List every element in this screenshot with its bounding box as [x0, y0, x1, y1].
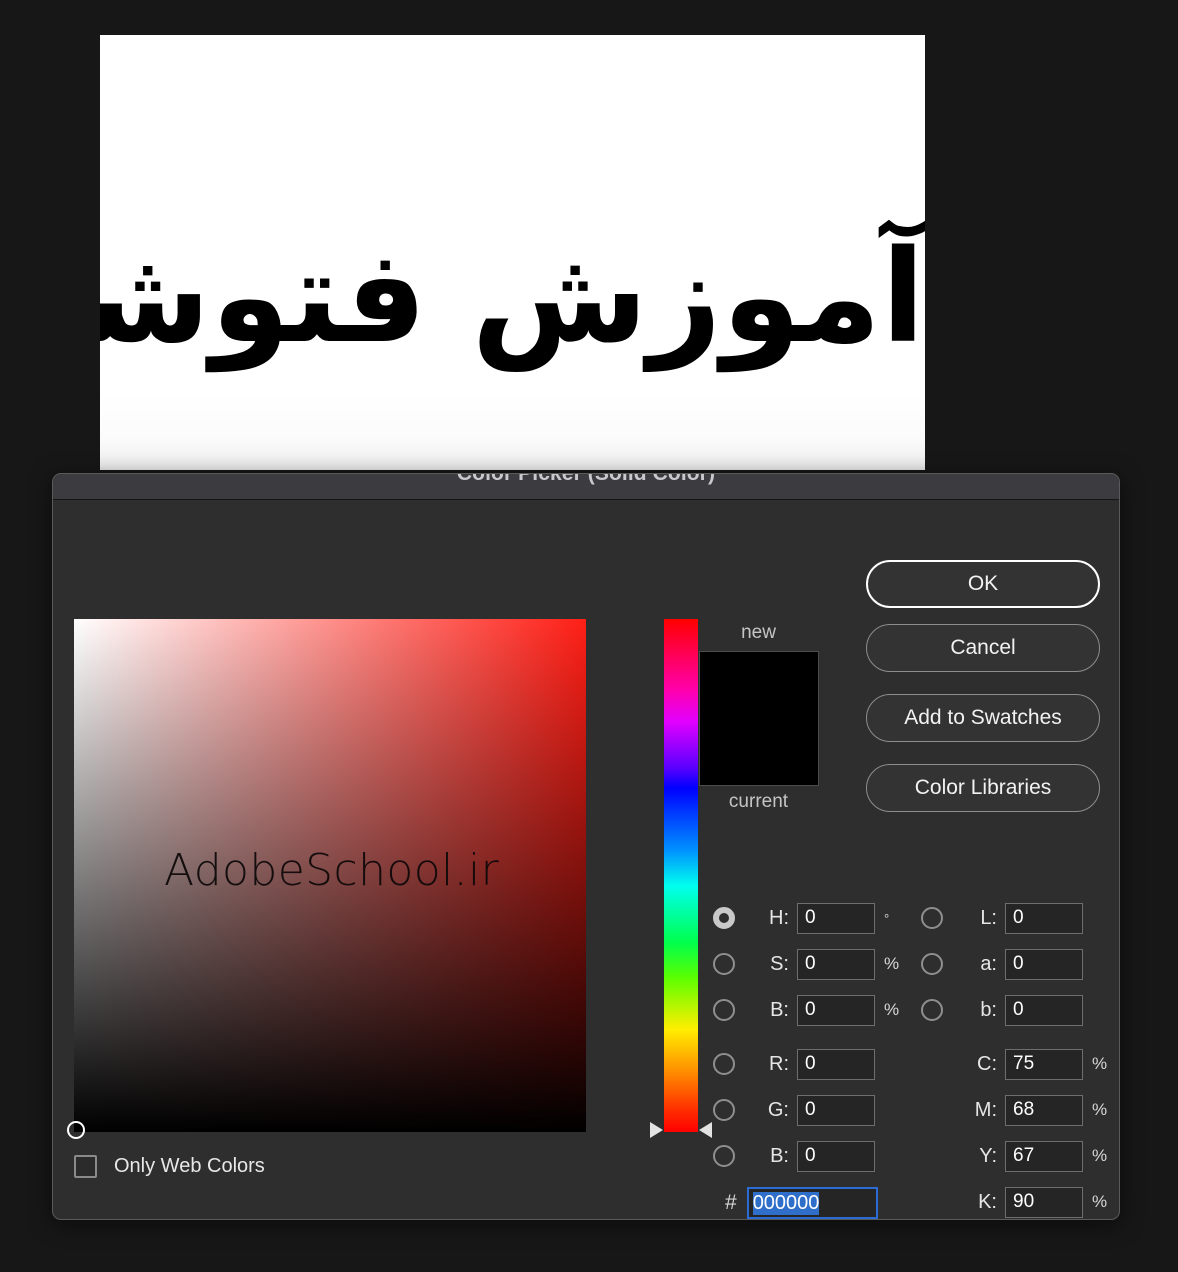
red-radio[interactable] — [713, 1053, 735, 1075]
only-web-colors-label: Only Web Colors — [114, 1155, 265, 1177]
rgb-column: R: G: B: — [713, 1041, 903, 1179]
blue-radio[interactable] — [713, 1145, 735, 1167]
black-label: K: — [978, 1190, 997, 1213]
dialog-button-column: OK Cancel Add to Swatches Color Librarie… — [866, 560, 1100, 828]
current-color-label: current — [728, 791, 789, 812]
brightness-label: B: — [770, 998, 789, 1021]
only-web-colors-checkbox[interactable] — [74, 1155, 97, 1178]
lab-l-radio[interactable] — [921, 907, 943, 929]
red-input[interactable] — [797, 1048, 875, 1080]
green-row: G: — [713, 1087, 903, 1133]
saturation-label: S: — [770, 952, 789, 975]
ok-button[interactable]: OK — [866, 560, 1100, 608]
lab-a-input[interactable] — [1005, 948, 1083, 980]
cyan-input[interactable] — [1005, 1048, 1083, 1080]
lab-a-row: a: — [921, 941, 1111, 987]
add-to-swatches-button[interactable]: Add to Swatches — [866, 694, 1100, 742]
dialog-title: Color Picker (Solid Color) — [456, 473, 716, 485]
hex-prefix-label: # — [725, 1191, 737, 1214]
hue-row: H: ° — [713, 895, 903, 941]
color-libraries-button[interactable]: Color Libraries — [866, 764, 1100, 812]
cmyk-column: C: % M: % Y: % K: % — [921, 1041, 1111, 1219]
saturation-input[interactable] — [797, 948, 875, 980]
document-canvas: آموزش فتوشاپ — [100, 35, 925, 470]
cyan-label: C: — [977, 1052, 997, 1075]
color-picker-dialog: Color Picker (Solid Color) AdobeSchool.i… — [52, 473, 1120, 1220]
sv-field-marker[interactable] — [67, 1121, 85, 1139]
hue-input[interactable] — [797, 902, 875, 934]
lab-l-input[interactable] — [1005, 902, 1083, 934]
yellow-label: Y: — [979, 1144, 997, 1167]
brightness-row: B: % — [713, 987, 903, 1033]
hex-input[interactable] — [746, 1187, 878, 1219]
brightness-unit: % — [884, 1000, 900, 1019]
magenta-label: M: — [974, 1098, 997, 1121]
lab-b-input[interactable] — [1005, 994, 1083, 1026]
hue-label: H: — [769, 906, 789, 929]
dialog-body: AdobeSchool.ir Only Web Colors new curre… — [53, 500, 1119, 1219]
saturation-value-field[interactable]: AdobeSchool.ir — [67, 619, 586, 1139]
lab-l-label: L: — [980, 906, 997, 929]
magenta-unit: % — [1092, 1100, 1108, 1119]
black-input[interactable] — [1005, 1186, 1083, 1218]
hue-marker-right-icon[interactable] — [699, 1122, 712, 1138]
dialog-titlebar: Color Picker (Solid Color) — [53, 473, 1119, 500]
blue-row: B: — [713, 1133, 903, 1179]
lab-b-label: b: — [980, 998, 997, 1021]
lab-b-row: b: — [921, 987, 1111, 1033]
only-web-colors-row[interactable]: Only Web Colors — [74, 1155, 265, 1178]
brightness-radio[interactable] — [713, 999, 735, 1021]
new-color-label: new — [741, 622, 776, 643]
red-label: R: — [769, 1052, 789, 1075]
hue-unit: ° — [884, 910, 890, 926]
hue-marker-left-icon[interactable] — [650, 1122, 663, 1138]
blue-input[interactable] — [797, 1140, 875, 1172]
black-row: K: % — [921, 1179, 1111, 1219]
watermark-text: AdobeSchool.ir — [164, 845, 500, 896]
lab-b-radio[interactable] — [921, 999, 943, 1021]
brightness-input[interactable] — [797, 994, 875, 1026]
lab-column: L: a: b: — [921, 895, 1111, 1033]
canvas-persian-text: آموزش فتوشاپ — [100, 223, 925, 372]
green-input[interactable] — [797, 1094, 875, 1126]
saturation-row: S: % — [713, 941, 903, 987]
magenta-input[interactable] — [1005, 1094, 1083, 1126]
hue-radio[interactable] — [713, 907, 735, 929]
red-row: R: — [713, 1041, 903, 1087]
magenta-row: M: % — [921, 1087, 1111, 1133]
color-preview-block: new current — [671, 619, 846, 816]
new-color-swatch[interactable] — [699, 652, 818, 719]
lab-l-row: L: — [921, 895, 1111, 941]
current-color-swatch[interactable] — [699, 718, 818, 785]
saturation-radio[interactable] — [713, 953, 735, 975]
green-label: G: — [767, 1098, 789, 1121]
cyan-unit: % — [1092, 1054, 1108, 1073]
blue-label: B: — [770, 1144, 789, 1167]
hex-row: # — [713, 1187, 878, 1219]
lab-a-radio[interactable] — [921, 953, 943, 975]
green-radio[interactable] — [713, 1099, 735, 1121]
yellow-row: Y: % — [921, 1133, 1111, 1179]
yellow-unit: % — [1092, 1146, 1108, 1165]
saturation-unit: % — [884, 954, 900, 973]
hsb-column: H: ° S: % B: % — [713, 895, 903, 1033]
yellow-input[interactable] — [1005, 1140, 1083, 1172]
black-unit: % — [1092, 1192, 1108, 1211]
lab-a-label: a: — [980, 952, 997, 975]
color-preview-swatches[interactable] — [698, 651, 819, 786]
cancel-button[interactable]: Cancel — [866, 624, 1100, 672]
cyan-row: C: % — [921, 1041, 1111, 1087]
